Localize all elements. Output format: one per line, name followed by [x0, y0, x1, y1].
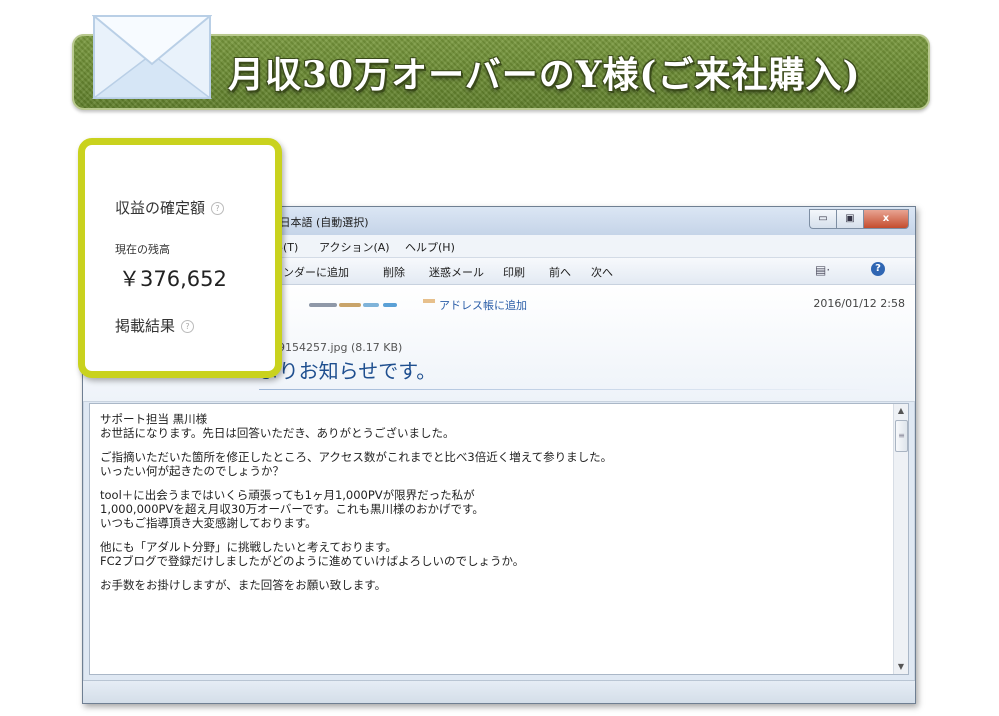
confirmed-earnings-label: 収益の確定額? — [115, 197, 225, 218]
menu-action[interactable]: アクション(A) — [319, 239, 390, 255]
body-line: FC2ブログで登録だけしましたがどのように進めていけばよろしいのでしょうか。 — [100, 554, 525, 568]
junk-mail-button[interactable]: 迷惑メール — [429, 264, 484, 280]
results-text: 掲載結果 — [115, 317, 176, 335]
body-line: お世話になります。先日は回答いただき、ありがとうございました。 — [100, 426, 455, 440]
paragraph: tool＋に出会うまではいくら頑張っても1ヶ月1,000PVが限界だった私が 1… — [100, 488, 884, 530]
subject-divider — [259, 389, 875, 390]
body-line: ご指摘いただいた箇所を修正したところ、アクセス数がこれまでと比べ3倍近く増えて参… — [100, 450, 613, 464]
body-line: サポート担当 黒川様 — [100, 412, 208, 426]
question-icon[interactable]: ? — [211, 202, 225, 215]
print-button[interactable]: 印刷 — [503, 264, 525, 280]
vertical-scrollbar[interactable]: ▲ ≡ ▼ — [893, 404, 908, 674]
body-line: 他にも「アダルト分野」に挑戦したいと考えております。 — [100, 540, 397, 554]
body-line: いつもご指導頂き大変感謝しております。 — [100, 516, 317, 530]
sender-name — [363, 303, 379, 307]
envelope-icon — [92, 15, 212, 99]
balance-amount: ￥376,652 — [119, 267, 227, 291]
add-contact-icon — [423, 299, 435, 303]
banner-title: 月収30万オーバーのY様(ご来社購入) — [228, 54, 861, 96]
results-label: 掲載結果? — [115, 315, 195, 336]
sender-name — [339, 303, 361, 307]
maximize-button[interactable]: ▣ — [836, 209, 863, 229]
earnings-card: 収益の確定額? 現在の残高 ￥376,652 掲載結果? — [78, 138, 282, 378]
next-button[interactable]: 次へ — [591, 264, 613, 280]
window-controls: ▭ ▣ x — [809, 209, 909, 229]
status-bar — [83, 680, 915, 703]
body-line: 1,000,000PVを超え月収30万オーバーです。これも黒川様のおかげです。 — [100, 502, 484, 516]
attachment-link[interactable]: 69154257.jpg (8.17 KB) — [271, 341, 402, 354]
scroll-thumb[interactable]: ≡ — [895, 420, 908, 452]
paragraph: 他にも「アダルト分野」に挑戦したいと考えております。 FC2ブログで登録だけしま… — [100, 540, 884, 568]
scroll-up-arrow-icon[interactable]: ▲ — [894, 404, 908, 418]
paragraph: ご指摘いただいた箇所を修正したところ、アクセス数がこれまでと比べ3倍近く増えて参… — [100, 450, 884, 478]
message-text: サポート担当 黒川様 お世話になります。先日は回答いただき、ありがとうございまし… — [100, 412, 884, 602]
current-balance-label: 現在の残高 — [115, 243, 170, 256]
delete-button[interactable]: 削除 — [383, 264, 405, 280]
close-button[interactable]: x — [863, 209, 909, 229]
body-line: お手数をお掛けしますが、また回答をお願い致します。 — [100, 578, 387, 592]
paragraph: サポート担当 黒川様 お世話になります。先日は回答いただき、ありがとうございまし… — [100, 412, 884, 440]
message-body: サポート担当 黒川様 お世話になります。先日は回答いただき、ありがとうございまし… — [89, 403, 909, 675]
paragraph: お手数をお掛けしますが、また回答をお願い致します。 — [100, 578, 884, 592]
minimize-button[interactable]: ▭ — [809, 209, 836, 229]
help-icon[interactable]: ? — [871, 262, 885, 276]
sender-name — [309, 303, 337, 307]
menu-icon[interactable]: ▤· — [815, 263, 830, 277]
confirmed-earnings-text: 収益の確定額 — [115, 199, 206, 217]
sender-name — [383, 303, 397, 307]
message-subject: よりお知らせです。 — [259, 359, 437, 383]
body-line: tool＋に出会うまではいくら頑張っても1ヶ月1,000PVが限界だった私が — [100, 488, 475, 502]
menu-help[interactable]: ヘルプ(H) — [405, 239, 455, 255]
body-line: いったい何が起きたのでしょうか？ — [100, 464, 284, 478]
question-icon[interactable]: ? — [181, 320, 195, 333]
add-to-address-book-link[interactable]: アドレス帳に追加 — [439, 297, 527, 313]
message-date: 2016/01/12 2:58 — [813, 297, 905, 310]
scroll-down-arrow-icon[interactable]: ▼ — [894, 660, 908, 674]
previous-button[interactable]: 前へ — [549, 264, 571, 280]
